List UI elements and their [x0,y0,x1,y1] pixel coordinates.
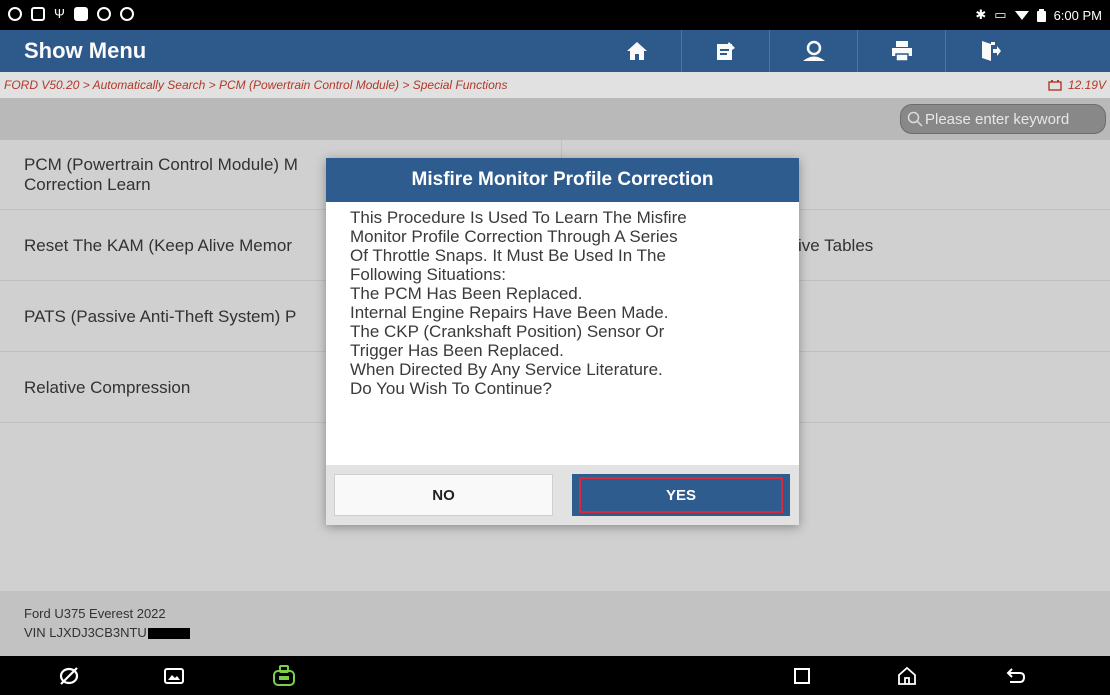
gallery-icon [164,668,184,684]
dialog-line: Do You Wish To Continue? [350,379,552,398]
dialog-line: This Procedure Is Used To Learn The Misf… [350,208,687,227]
browser-icon [59,667,79,685]
dialog-message: This Procedure Is Used To Learn The Misf… [350,208,790,398]
vci-button[interactable] [270,662,298,690]
vibrate-icon: ▭ [994,7,1007,22]
dialog-button-bar: NO YES [326,465,799,525]
status-bar: Ψ ✱ ▭ 6:00 PM [0,0,1110,30]
home-nav-icon [898,666,916,685]
dialog-line: Internal Engine Repairs Have Been Made. [350,303,669,322]
browser-button[interactable] [55,662,83,690]
no-button[interactable]: NO [334,474,553,516]
back-button[interactable] [1002,662,1030,690]
dialog-line: Monitor Profile Correction Through A Ser… [350,227,678,246]
back-icon [1006,668,1026,683]
settings-icon [119,7,134,21]
home-nav-button[interactable] [893,662,921,690]
recents-icon [794,668,810,684]
no-button-label: NO [432,486,455,504]
square-icon [73,7,88,21]
dialog-line: Following Situations: [350,265,506,284]
record-icon [96,7,111,21]
status-time: 6:00 PM [1053,7,1102,23]
battery-icon [1036,8,1046,22]
android-nav-bar [0,656,1110,695]
dialog-line: Trigger Has Been Replaced. [350,341,564,360]
dialog-line: The PCM Has Been Replaced. [350,284,583,303]
yes-button[interactable]: YES [572,474,790,516]
wifi-icon [1014,11,1029,20]
dialog-title: Misfire Monitor Profile Correction [326,158,799,202]
dialog-line: When Directed By Any Service Literature. [350,360,663,379]
recents-button[interactable] [788,662,816,690]
bluetooth-icon: ✱ [975,7,987,22]
app-icon [8,7,22,21]
confirm-dialog: Misfire Monitor Profile Correction This … [326,158,799,525]
gallery-button[interactable] [160,662,188,690]
dialog-line: Of Throttle Snaps. It Must Be Used In Th… [350,246,666,265]
yes-button-highlight [579,477,783,513]
vci-icon [273,665,295,686]
dialog-line: The CKP (Crankshaft Position) Sensor Or [350,322,665,341]
image-icon [31,7,45,21]
usb-icon: Ψ [54,6,65,21]
